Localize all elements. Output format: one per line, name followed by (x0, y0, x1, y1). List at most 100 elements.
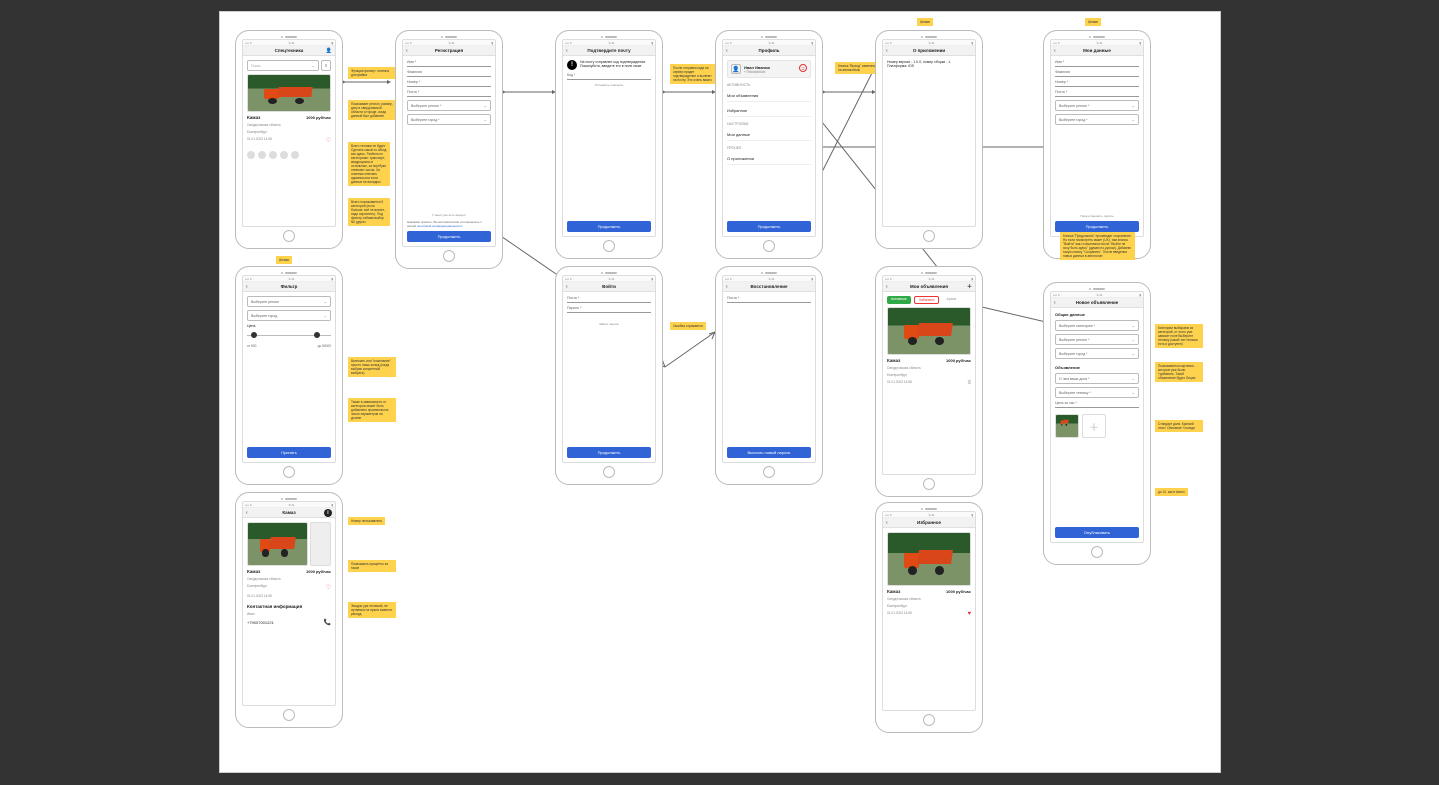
search-input[interactable]: Поиск (247, 60, 319, 71)
screen-new-ad: •••• ≡9:41▮ ‹Новое объявление Общие данн… (1043, 282, 1151, 565)
price-field[interactable]: Цена за час * (1055, 401, 1139, 408)
listing-photo-2[interactable] (310, 522, 332, 566)
resend-link[interactable]: Отправить повторно (567, 83, 651, 87)
city-select[interactable]: Выберите город * (1055, 114, 1139, 125)
back-icon[interactable]: ‹ (726, 284, 728, 290)
note: Номер пользователя (348, 517, 385, 525)
note: Ошибка отражается (670, 322, 706, 330)
back-icon[interactable]: ‹ (886, 284, 888, 290)
policy-link[interactable]: политикой конфиденциальности (417, 224, 462, 228)
page-title: Фильтр (281, 284, 298, 289)
continue-button[interactable]: Продолжить (727, 221, 811, 232)
favorite-icon[interactable]: ♡ (326, 584, 331, 591)
city-select[interactable]: Выберите город * (407, 114, 491, 125)
surname-field[interactable]: Фамилия (407, 70, 491, 77)
back-icon[interactable]: ‹ (1054, 48, 1056, 54)
region-select[interactable]: Выберите регион * (1055, 100, 1139, 111)
region-select[interactable]: Выберите регион * (1055, 334, 1139, 345)
technic-select[interactable]: Выберите технику * (1055, 387, 1139, 398)
back-icon[interactable]: ‹ (566, 284, 568, 290)
menu-icon[interactable]: ≡ (967, 380, 971, 386)
listing-photo[interactable] (247, 74, 331, 112)
have-account-link[interactable]: У меня уже есть аккаунт (407, 213, 491, 217)
screen-my-data: •••• ≡9:41▮ ‹Мои данные Имя * Фамилия Но… (1043, 30, 1151, 259)
listing-name[interactable]: Камаз (247, 115, 260, 120)
tab-archive[interactable]: Архив (942, 296, 960, 304)
password-field[interactable]: Пароль * (567, 306, 651, 313)
email-field[interactable]: Почта * (407, 90, 491, 97)
note: Показывает регион, размер, дату в свердл… (348, 100, 396, 120)
tab-active[interactable]: Активные (887, 296, 911, 304)
info-icon: ! (567, 60, 577, 70)
add-photo-button[interactable]: ＋ (1082, 414, 1106, 438)
back-icon[interactable]: ‹ (886, 48, 888, 54)
email-field[interactable]: Почта * (567, 296, 651, 303)
listing-photo[interactable] (887, 532, 971, 586)
favorites-link[interactable]: Избранное (727, 105, 811, 117)
city-select[interactable]: Выберите город * (1055, 348, 1139, 359)
continue-button[interactable]: Продолжить (567, 221, 651, 232)
call-icon[interactable]: 📞 (324, 619, 331, 626)
region-select[interactable]: Выберите регион (247, 296, 331, 307)
continue-button[interactable]: Продолжить (567, 447, 651, 458)
screen-filter: •••• ≡9:41▮ ‹Фильтр Выберите регион Выбе… (235, 266, 343, 485)
favorite-icon[interactable]: ♡ (326, 137, 331, 144)
screen-login: •••• ≡9:41▮ ‹Войти Почта * Пароль * Забы… (555, 266, 663, 485)
page-title: Войти (602, 284, 616, 289)
send-button[interactable]: Выслать новый пароль (727, 447, 811, 458)
forgot-password-link[interactable]: Забыл пароль (567, 322, 651, 326)
photo-thumb[interactable] (1055, 414, 1079, 438)
tab-banned[interactable]: Забанено (914, 296, 940, 304)
logout-icon[interactable]: ⎋ (799, 64, 807, 72)
name-field[interactable]: Имя * (1055, 60, 1139, 67)
email-field[interactable]: Почта * (727, 296, 811, 303)
city-select[interactable]: Выберите город (247, 310, 331, 321)
page-title: Подтвердите почту (587, 48, 630, 53)
about-link[interactable]: О приложении (727, 153, 811, 165)
my-ads-link[interactable]: Мои объявления (727, 90, 811, 102)
reset-password-link[interactable]: Переустановить пароль (1055, 214, 1139, 218)
page-title: Камаз (282, 510, 295, 515)
screen-confirm-email: •••• ≡9:41▮ ‹Подтвердите почту !На почту… (555, 30, 663, 259)
back-icon[interactable]: ‹ (1054, 300, 1056, 306)
name-field[interactable]: Имя * (407, 60, 491, 67)
listing-photo[interactable] (247, 522, 308, 566)
category-select[interactable]: Выберите категорию * (1055, 320, 1139, 331)
apply-button[interactable]: Принять (247, 447, 331, 458)
my-data-link[interactable]: Мои данные (727, 129, 811, 141)
favorite-icon[interactable]: ♥ (967, 611, 971, 617)
back-icon[interactable]: ‹ (406, 48, 408, 54)
back-icon[interactable]: ‹ (246, 284, 248, 290)
phone-field[interactable]: Номер * (407, 80, 491, 87)
price-slider[interactable] (247, 331, 331, 341)
note: Категории выбираем из категорий, от этог… (1155, 324, 1203, 348)
add-icon[interactable]: ＋ (967, 283, 972, 290)
category-tabs[interactable] (247, 151, 331, 159)
filter-icon[interactable]: ≡ (321, 60, 331, 71)
info-icon[interactable]: i (324, 509, 332, 517)
back-icon[interactable]: ‹ (246, 510, 248, 516)
continue-button[interactable]: Продолжить (407, 231, 491, 242)
publish-button[interactable]: Опубликовать (1055, 527, 1139, 538)
back-icon[interactable]: ‹ (886, 520, 888, 526)
profile-icon[interactable]: 👤 (326, 48, 332, 54)
listing-photo[interactable] (887, 307, 971, 355)
back-icon[interactable]: ‹ (566, 48, 568, 54)
note: Всего показывается 5 категорий (если бол… (348, 198, 390, 226)
screen-recover: •••• ≡9:41▮ ‹Восстановление Почта * Высл… (715, 266, 823, 485)
email-field[interactable]: Почта * (1055, 90, 1139, 97)
note: Штамп (276, 256, 292, 264)
back-icon[interactable]: ‹ (726, 48, 728, 54)
surname-field[interactable]: Фамилия (1055, 70, 1139, 77)
continue-button[interactable]: Продолжить (1055, 221, 1139, 232)
note: Показываются картинки - которые уже были… (1155, 362, 1203, 382)
about-select[interactable]: О чем ваша доля * (1055, 373, 1139, 384)
note: Всего техники не будет. Сделать какой-то… (348, 142, 390, 186)
page-title: О приложении (913, 48, 945, 53)
page-title: Мои данные (1083, 48, 1111, 53)
phone-field[interactable]: Номер * (1055, 80, 1139, 87)
page-title: Восстановление (750, 284, 787, 289)
region-select[interactable]: Выберите регион * (407, 100, 491, 111)
note: Эмодзи ура техникой, не путаемся на нужн… (348, 602, 396, 618)
code-field[interactable]: Код * (567, 73, 651, 80)
